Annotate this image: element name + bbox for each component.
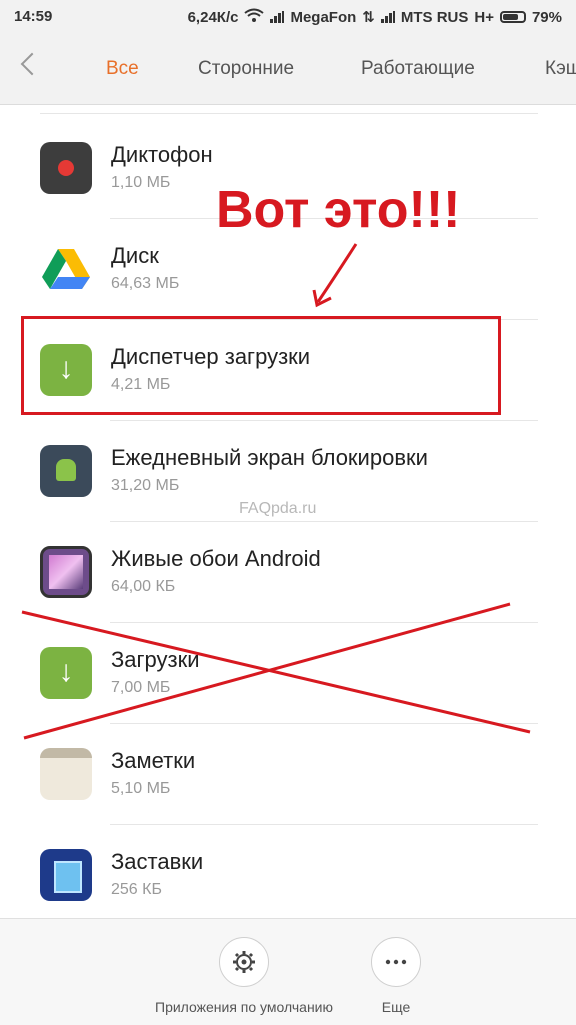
download-icon [40, 647, 92, 699]
back-icon[interactable] [20, 52, 44, 76]
app-name: Заметки [111, 748, 196, 773]
android-icon [40, 445, 92, 497]
tab-bar: Все Сторонние Работающие Кэш [0, 34, 576, 105]
app-size: 1,10 МБ [111, 174, 171, 191]
app-name: Загрузки [111, 647, 200, 672]
annotation-title: Вот это!!! [216, 181, 461, 239]
carrier-1: MegaFon [290, 8, 357, 26]
recorder-icon [40, 142, 92, 194]
data-arrows-icon: ⇅ [362, 9, 375, 26]
signal-icon [270, 11, 285, 23]
app-name: Ежедневный экран блокировки [111, 445, 428, 470]
app-size: 64,00 КБ [111, 578, 176, 595]
tab-third-party[interactable]: Сторонние [198, 58, 294, 80]
drive-icon [40, 243, 92, 295]
default-apps-label: Приложения по умолчанию [155, 999, 333, 1015]
app-name: Живые обои Android [111, 546, 321, 571]
default-apps-button[interactable]: Приложения по умолчанию [140, 937, 348, 1015]
signal-icon-2 [380, 11, 395, 23]
app-size: 31,20 МБ [111, 477, 180, 494]
wallpaper-icon [40, 546, 92, 598]
status-time: 14:59 [14, 8, 53, 25]
net-speed: 6,24К/с [187, 8, 239, 26]
app-size: 7,00 МБ [111, 679, 171, 696]
gear-icon [219, 937, 269, 987]
divider [40, 113, 538, 114]
app-name: Диктофон [111, 142, 213, 167]
network-type: H+ [474, 8, 494, 26]
app-size: 5,10 МБ [111, 780, 171, 797]
list-item[interactable]: Живые обои Android 64,00 КБ [0, 522, 576, 623]
tab-cache[interactable]: Кэш [545, 58, 576, 80]
battery-percent: 79% [531, 8, 562, 26]
list-item[interactable]: Заставки 256 КБ [0, 825, 576, 926]
watermark: FAQpda.ru [239, 500, 317, 517]
more-label: Еще [381, 999, 411, 1015]
more-icon [371, 937, 421, 987]
screensaver-icon [40, 849, 92, 901]
app-name: Заставки [111, 849, 204, 874]
wifi-icon [244, 8, 265, 26]
highlight-box [21, 316, 501, 415]
status-bar: 14:59 6,24К/с MegaFon ⇅ MTS RUS H+ 79% [0, 0, 576, 34]
battery-icon [499, 11, 526, 23]
tab-all[interactable]: Все [106, 58, 139, 80]
list-item[interactable]: Загрузки 7,00 МБ [0, 623, 576, 724]
app-name: Диск [111, 243, 159, 268]
bottom-bar: Приложения по умолчанию Еще [0, 918, 576, 1025]
app-size: 64,63 МБ [111, 275, 180, 292]
notes-icon [40, 748, 92, 800]
status-right: 6,24К/с MegaFon ⇅ MTS RUS H+ 79% [187, 8, 562, 27]
more-button[interactable]: Еще [366, 937, 426, 1015]
app-size: 256 КБ [111, 881, 162, 898]
list-item[interactable]: Заметки 5,10 МБ [0, 724, 576, 825]
carrier-2: MTS RUS [400, 8, 469, 26]
tab-running[interactable]: Работающие [361, 58, 475, 80]
